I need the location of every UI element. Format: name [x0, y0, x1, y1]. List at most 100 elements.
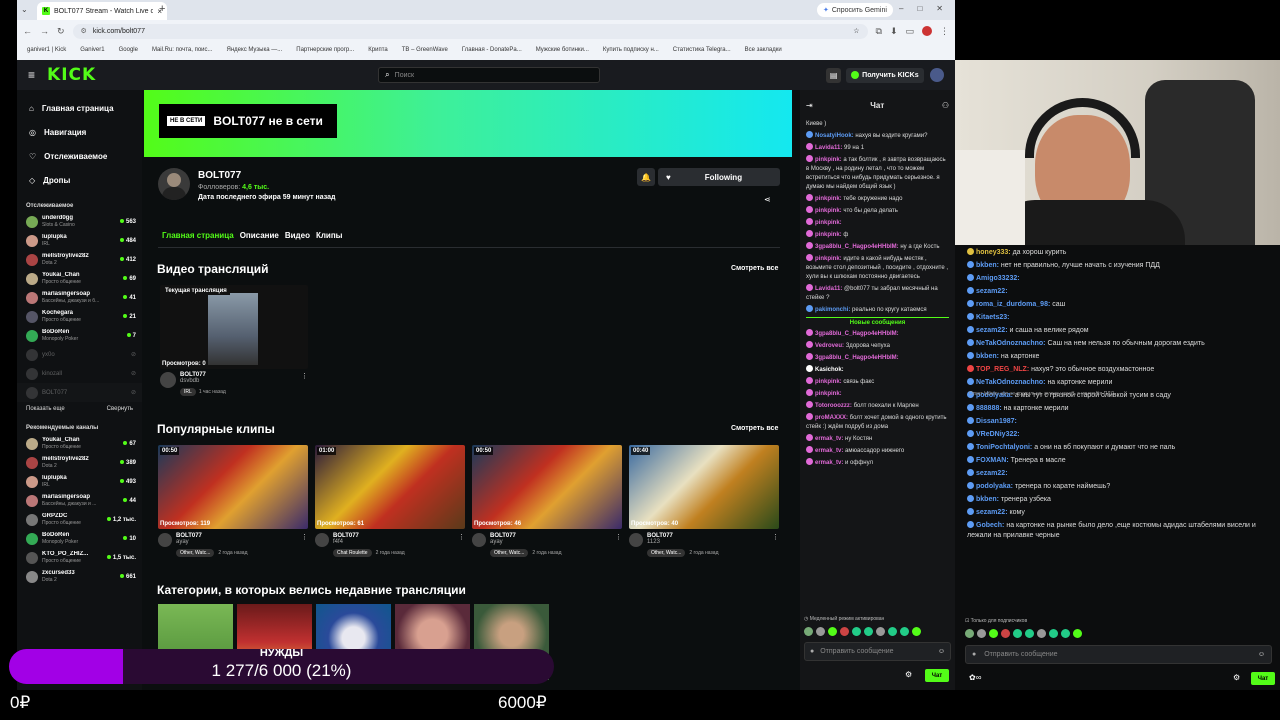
- bookmark-item[interactable]: Google: [119, 47, 138, 53]
- emote-icon[interactable]: [1073, 629, 1082, 638]
- chat-username[interactable]: TOP_REG_NLZ:: [976, 366, 1029, 373]
- chat-username[interactable]: bkben:: [976, 262, 999, 269]
- video-channel-avatar[interactable]: [160, 372, 176, 388]
- sidebar-item-home[interactable]: ⌂ Главная страница: [17, 96, 142, 120]
- bookmark-item[interactable]: Партнерские прогр...: [296, 47, 354, 53]
- new-tab-button[interactable]: +: [159, 3, 165, 15]
- clip-tag[interactable]: Other, Watc...: [490, 549, 529, 557]
- clip-channel-avatar[interactable]: [472, 533, 486, 547]
- reload-icon[interactable]: ↻: [57, 26, 65, 37]
- tab-clips[interactable]: Клипы: [316, 231, 343, 240]
- overlay-send-button[interactable]: Чат: [1251, 672, 1275, 685]
- emote-icon[interactable]: [912, 627, 921, 636]
- chat-username[interactable]: Lavida11:: [815, 286, 842, 292]
- chat-users-icon[interactable]: ⚇: [942, 101, 949, 110]
- sidebar-channel[interactable]: underd0gg Slots & Casino 563: [17, 212, 142, 231]
- clip-channel-avatar[interactable]: [629, 533, 643, 547]
- get-kicks-button[interactable]: Получить KICKs: [846, 67, 924, 83]
- bookmark-item[interactable]: Мужские ботинки...: [536, 47, 589, 53]
- emoji-picker-icon[interactable]: ☺: [938, 648, 945, 655]
- show-more-button[interactable]: Показать еще: [26, 406, 65, 412]
- chat-username[interactable]: Kitaets23:: [976, 314, 1009, 321]
- emote-icon[interactable]: [828, 627, 837, 636]
- chat-username[interactable]: pinkpink:: [815, 379, 842, 385]
- video-tag[interactable]: IRL: [180, 388, 196, 396]
- search-input[interactable]: ⌕ Поиск: [378, 67, 601, 83]
- sidebar-channel[interactable]: luplupka IRL 484: [17, 231, 142, 250]
- chat-username[interactable]: sezam22:: [976, 470, 1008, 477]
- sidepanel-icon[interactable]: ▭: [905, 26, 914, 37]
- chat-username[interactable]: podolyaka:: [976, 483, 1013, 490]
- sidebar-channel-offline[interactable]: kinozall ⊘: [17, 364, 142, 383]
- chat-username[interactable]: Kasichok:: [815, 367, 844, 373]
- video-title[interactable]: dsvbdb: [180, 378, 297, 384]
- chat-username[interactable]: sezam22:: [976, 288, 1008, 295]
- chat-username[interactable]: NosatyiHook:: [815, 133, 854, 139]
- sidebar-channel[interactable]: GRPZDC Просто общение 1,2 тыс.: [17, 510, 142, 529]
- sidebar-channel[interactable]: KTO_PO_ZHIZ... Просто общение 1,5 тыс.: [17, 548, 142, 567]
- chat-username[interactable]: roma_iz_durdoma_98:: [976, 301, 1050, 308]
- emote-icon[interactable]: [1001, 629, 1010, 638]
- chat-username[interactable]: bkben:: [976, 353, 999, 360]
- chat-send-button[interactable]: Чат: [925, 669, 949, 682]
- chat-username[interactable]: ToniPochtalyoni:: [976, 444, 1032, 451]
- chat-settings-icon[interactable]: ⚙: [905, 670, 912, 679]
- emote-icon[interactable]: [1037, 629, 1046, 638]
- extensions-icon[interactable]: ⧉: [876, 26, 882, 37]
- emote-icon[interactable]: [900, 627, 909, 636]
- clip-more-icon[interactable]: ⋮: [772, 533, 779, 557]
- emote-icon[interactable]: [1061, 629, 1070, 638]
- bookmark-item[interactable]: ganiver1 | Kick: [27, 47, 66, 53]
- emote-icon[interactable]: [1025, 629, 1034, 638]
- chat-username[interactable]: NeTakOdnoznachno:: [976, 340, 1045, 347]
- sidebar-channel[interactable]: mellstroylive282 Dota 2 412: [17, 250, 142, 269]
- bookmark-star-icon[interactable]: ☆: [853, 27, 859, 35]
- bookmark-item[interactable]: Все закладки: [745, 47, 782, 53]
- chat-username[interactable]: ermak_tv:: [815, 448, 843, 454]
- clip-more-icon[interactable]: ⋮: [615, 533, 622, 557]
- chat-username[interactable]: FOXMAN:: [976, 457, 1009, 464]
- chat-username[interactable]: pinkpink:: [815, 196, 842, 202]
- overlay-settings-icon[interactable]: ⚙: [1233, 673, 1240, 682]
- bookmark-item[interactable]: Крипта: [368, 47, 387, 53]
- bookmark-item[interactable]: Mail.Ru: почта, поис...: [152, 47, 213, 53]
- chat-username[interactable]: NeTakOdnoznachno:: [976, 379, 1045, 386]
- emote-icon[interactable]: [864, 627, 873, 636]
- emote-icon[interactable]: [804, 627, 813, 636]
- chat-username[interactable]: Totorooozzz:: [815, 403, 852, 409]
- chat-username[interactable]: bkben:: [976, 496, 999, 503]
- videos-see-all[interactable]: Смотреть все: [731, 265, 778, 272]
- chat-username[interactable]: proMAXXX:: [815, 415, 848, 421]
- emote-icon[interactable]: [1049, 629, 1058, 638]
- chat-username[interactable]: 3gpa8blu_C_Hagpo4eHHbIM:: [815, 331, 899, 337]
- browser-menu-icon[interactable]: ⋮: [940, 26, 949, 37]
- clip-tag[interactable]: Other, Watc...: [647, 549, 686, 557]
- sidebar-channel[interactable]: Youkai_Chan Просто общение 67: [17, 434, 142, 453]
- sidebar-item-drops[interactable]: ◇ Дропы: [17, 168, 142, 192]
- profile-avatar[interactable]: [922, 26, 932, 36]
- tab-home[interactable]: Главная страница: [162, 231, 234, 240]
- chat-username[interactable]: 3gpa8blu_C_Hagpo4eHHbIM:: [815, 244, 899, 250]
- emote-icon[interactable]: [840, 627, 849, 636]
- chat-username[interactable]: pinkpink:: [815, 208, 842, 214]
- emote-icon[interactable]: [876, 627, 885, 636]
- sidebar-item-compass[interactable]: ◎ Навигация: [17, 120, 142, 144]
- chat-username[interactable]: pinkpink:: [815, 232, 842, 238]
- notifications-bell-button[interactable]: 🔔: [637, 168, 655, 186]
- chat-username[interactable]: Dissan1987:: [976, 418, 1017, 425]
- video-thumbnail[interactable]: Текущая трансляция Просмотров: 0: [160, 285, 308, 369]
- chat-username[interactable]: 3gpa8blu_C_Hagpo4eHHbIM:: [815, 355, 899, 361]
- chat-username[interactable]: sezam22:: [976, 327, 1008, 334]
- hamburger-menu-icon[interactable]: ≡: [28, 68, 35, 82]
- bookmark-item[interactable]: Статистика Telegra...: [673, 47, 731, 53]
- share-icon[interactable]: ⋖: [764, 195, 771, 204]
- kick-logo[interactable]: KICK: [47, 65, 96, 85]
- bookmark-item[interactable]: Главная - DonatePa...: [462, 47, 522, 53]
- maximize-icon[interactable]: □: [917, 4, 922, 13]
- clip-tag[interactable]: Other, Watc...: [176, 549, 215, 557]
- channel-avatar[interactable]: [158, 168, 190, 200]
- chat-username[interactable]: Gobech:: [976, 522, 1004, 529]
- chat-username[interactable]: pinkpink:: [815, 391, 842, 397]
- sidebar-item-heart[interactable]: ♡ Отслеживаемое: [17, 144, 142, 168]
- chat-username[interactable]: Vedroveu:: [815, 343, 844, 349]
